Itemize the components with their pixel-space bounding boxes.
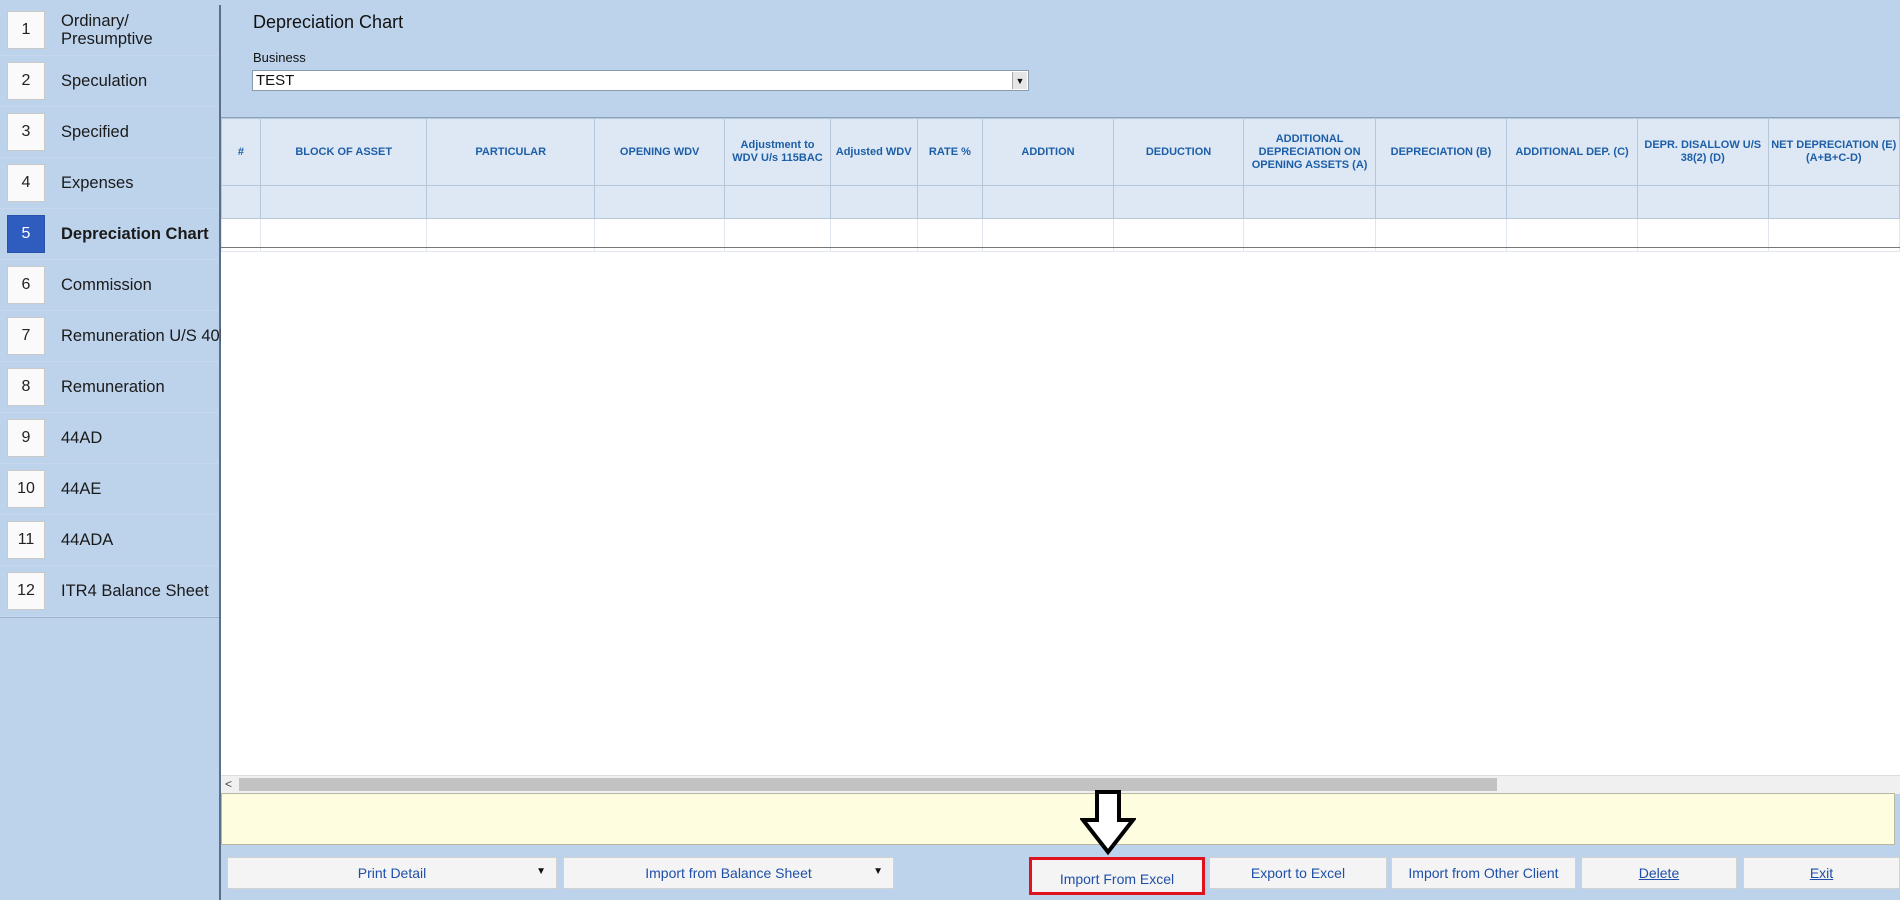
column-header[interactable]: ADDITIONAL DEP. (C)	[1506, 118, 1638, 186]
filter-cell[interactable]	[829, 185, 918, 219]
down-arrow-annotation-icon	[1080, 790, 1136, 856]
import-other-client-button[interactable]: Import from Other Client	[1391, 857, 1576, 889]
sidebar-item[interactable]: 7 Remuneration U/S 40b	[0, 311, 221, 362]
sidebar-item-label: 44ADA	[61, 531, 114, 549]
filter-cell[interactable]	[1636, 185, 1769, 219]
business-select-value: TEST	[256, 72, 295, 89]
grid-divider	[221, 247, 1900, 248]
delete-label: Delete	[1638, 865, 1680, 881]
sidebar-item-label: Expenses	[61, 174, 134, 192]
filter-cell[interactable]	[259, 185, 428, 219]
column-header[interactable]: DEPRECIATION (B)	[1374, 118, 1508, 186]
filter-cell[interactable]	[1374, 185, 1508, 219]
dropdown-caret-icon: ▼	[873, 866, 883, 877]
exit-label: Exit	[1809, 865, 1834, 881]
print-detail-button[interactable]: Print Detail ▼	[227, 857, 557, 889]
sidebar-item-number: 5	[7, 215, 45, 253]
column-header[interactable]: ADDITIONAL DEPRECIATION ON OPENING ASSET…	[1243, 118, 1376, 186]
filter-cell[interactable]	[426, 185, 596, 219]
page-title: Depreciation Chart	[253, 12, 404, 32]
sidebar-item-number: 9	[7, 419, 45, 457]
filter-cell[interactable]	[1767, 185, 1900, 219]
sidebar-item-number: 6	[7, 266, 45, 304]
column-header[interactable]: DEDUCTION	[1112, 118, 1245, 186]
sidebar: 1 Ordinary/ Presumptive 2 Speculation 3 Speci…	[0, 5, 221, 900]
filter-cell[interactable]	[1243, 185, 1376, 219]
sidebar-item[interactable]: 9 44AD	[0, 413, 219, 464]
sidebar-item[interactable]: 5 Depreciation Chart	[0, 209, 219, 260]
column-header[interactable]: Adjustment to WDV U/s 115BAC	[724, 118, 831, 186]
sidebar-item[interactable]: 3 Specified	[0, 107, 219, 158]
import-from-excel-button[interactable]: Import From Excel	[1029, 857, 1205, 895]
business-select[interactable]: TEST ▼	[252, 70, 1029, 91]
scrollbar-thumb[interactable]	[239, 778, 1497, 791]
column-header[interactable]: PARTICULAR	[426, 118, 596, 186]
sidebar-item-label: 44AD	[61, 429, 103, 447]
export-to-excel-label: Export to Excel	[1250, 865, 1346, 881]
filter-cell[interactable]	[916, 185, 984, 219]
sidebar-item-number: 2	[7, 62, 45, 100]
business-label: Business	[253, 50, 306, 65]
grid-header-row: # BLOCK OF ASSET PARTICULAR OPENING WDV Adju…	[221, 118, 1900, 186]
depreciation-grid: # BLOCK OF ASSET PARTICULAR OPENING WDV Adju…	[221, 117, 1900, 794]
sidebar-item-label: Remuneration U/S 40b	[61, 327, 221, 345]
sidebar-item-label: Depreciation Chart	[61, 225, 209, 243]
sidebar-item[interactable]: 2 Speculation	[0, 56, 219, 107]
sidebar-item[interactable]: 8 Remuneration	[0, 362, 219, 413]
sidebar-item-label: Commission	[61, 276, 152, 294]
sidebar-item-label: 44AE	[61, 480, 102, 498]
sidebar-item[interactable]: 12 ITR4 Balance Sheet	[0, 566, 219, 617]
export-to-excel-button[interactable]: Export to Excel	[1209, 857, 1387, 889]
sidebar-item-number: 12	[7, 572, 45, 610]
scroll-left-icon[interactable]: <	[225, 777, 232, 791]
column-header[interactable]: RATE %	[916, 118, 984, 186]
filter-cell[interactable]	[724, 185, 831, 219]
sidebar-item-label: Ordinary/ Presumptive	[61, 12, 153, 48]
column-header[interactable]: #	[221, 118, 261, 186]
horizontal-scrollbar[interactable]: <	[221, 775, 1900, 794]
delete-button[interactable]: Delete	[1581, 857, 1737, 889]
sidebar-item[interactable]: 11 44ADA	[0, 515, 219, 566]
sidebar-item-number: 4	[7, 164, 45, 202]
column-header[interactable]: DEPR. DISALLOW U/S 38(2) (D)	[1636, 118, 1769, 186]
filter-cell[interactable]	[221, 185, 261, 219]
column-header[interactable]: NET DEPRECIATION (E)(A+B+C-D)	[1767, 118, 1900, 186]
grid-filter-row	[221, 185, 1900, 219]
sidebar-item[interactable]: 6 Commission	[0, 260, 219, 311]
sidebar-item-number: 10	[7, 470, 45, 508]
sidebar-item-number: 3	[7, 113, 45, 151]
sidebar-item-label: Specified	[61, 123, 129, 141]
grid-table: # BLOCK OF ASSET PARTICULAR OPENING WDV Adju…	[221, 118, 1900, 252]
import-other-client-label: Import from Other Client	[1408, 865, 1559, 881]
filter-cell[interactable]	[982, 185, 1114, 219]
column-header[interactable]: Adjusted WDV	[829, 118, 918, 186]
sidebar-item[interactable]: 4 Expenses	[0, 158, 219, 209]
import-balance-sheet-button[interactable]: Import from Balance Sheet ▼	[563, 857, 894, 889]
info-bar	[221, 793, 1895, 845]
sidebar-item[interactable]: 10 44AE	[0, 464, 219, 515]
filter-cell[interactable]	[1112, 185, 1245, 219]
sidebar-item-label: ITR4 Balance Sheet	[61, 582, 209, 600]
sidebar-item-number: 7	[7, 317, 45, 355]
dropdown-caret-icon: ▼	[536, 866, 546, 877]
import-balance-sheet-label: Import from Balance Sheet	[645, 865, 812, 881]
print-detail-label: Print Detail	[357, 865, 427, 881]
filter-cell[interactable]	[1506, 185, 1638, 219]
import-from-excel-label: Import From Excel	[1059, 871, 1175, 887]
exit-button[interactable]: Exit	[1743, 857, 1900, 889]
dropdown-arrow-icon[interactable]: ▼	[1012, 72, 1027, 89]
sidebar-item-number: 1	[7, 11, 45, 49]
sidebar-item-label: Speculation	[61, 72, 148, 90]
column-header[interactable]: BLOCK OF ASSET	[259, 118, 428, 186]
sidebar-item[interactable]: 1 Ordinary/ Presumptive	[0, 5, 219, 56]
sidebar-list: 1 Ordinary/ Presumptive 2 Speculation 3 Speci…	[0, 5, 221, 618]
filter-cell[interactable]	[594, 185, 726, 219]
sidebar-item-number: 8	[7, 368, 45, 406]
sidebar-item-label: Remuneration	[61, 378, 165, 396]
column-header[interactable]: ADDITION	[982, 118, 1114, 186]
column-header[interactable]: OPENING WDV	[594, 118, 726, 186]
sidebar-item-number: 11	[7, 521, 45, 559]
